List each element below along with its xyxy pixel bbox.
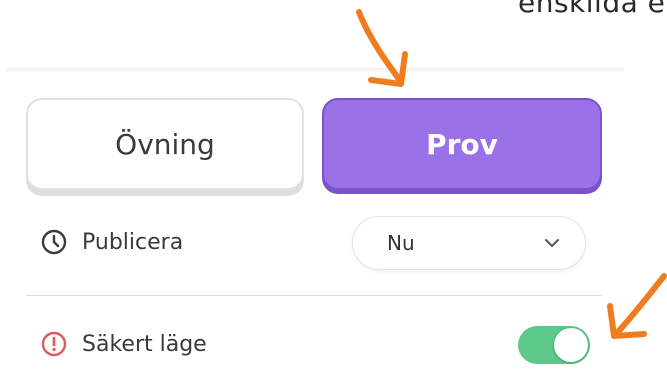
annotation-arrow-top-icon: [356, 9, 408, 87]
safe-mode-label: Säkert läge: [82, 331, 207, 357]
test-mode-button[interactable]: Prov: [322, 98, 602, 190]
publish-time-select[interactable]: Nu: [352, 216, 586, 270]
safe-mode-toggle[interactable]: [518, 326, 590, 364]
clock-icon: [41, 229, 67, 255]
toggle-knob: [554, 328, 588, 362]
test-mode-label: Prov: [426, 127, 498, 161]
practice-mode-label: Övning: [115, 127, 215, 161]
alert-circle-icon: [41, 331, 67, 357]
publish-row-label: Publicera: [40, 228, 183, 256]
safe-mode-row-label: Säkert läge: [40, 330, 207, 358]
publish-time-value: Nu: [387, 231, 415, 255]
practice-mode-button[interactable]: Övning: [26, 98, 304, 190]
annotation-arrow-bottom-icon: [607, 273, 667, 339]
partial-heading-text: enskilda e: [518, 0, 666, 19]
chevron-down-icon: [545, 239, 559, 247]
row-divider: [26, 295, 602, 296]
publish-label: Publicera: [82, 229, 184, 255]
